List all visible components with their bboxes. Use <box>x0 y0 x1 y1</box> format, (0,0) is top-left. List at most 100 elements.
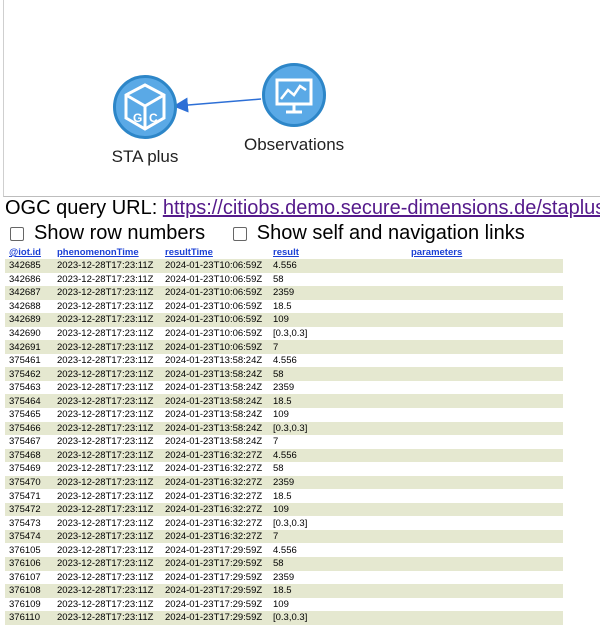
cell-iot-id: 375467 <box>5 435 53 449</box>
table-row: 375461 2023-12-28T17:23:11Z 2024-01-23T13:… <box>5 353 563 368</box>
cell-result: 18.5 <box>269 489 407 503</box>
node-sta-plus[interactable]: G C STA plus <box>100 75 190 167</box>
cell-phenomenon-time: 2023-12-28T17:23:11Z <box>53 353 161 368</box>
cell-parameters <box>407 394 563 409</box>
cell-parameters <box>407 408 563 422</box>
table-row: 342685 2023-12-28T17:23:11Z 2024-01-23T10:… <box>5 259 563 273</box>
cell-result: 4.556 <box>269 353 407 368</box>
cell-parameters <box>407 462 563 476</box>
cell-iot-id: 342691 <box>5 340 53 354</box>
cell-phenomenon-time: 2023-12-28T17:23:11Z <box>53 394 161 409</box>
cell-result: 4.556 <box>269 448 407 463</box>
node-label: Observations <box>244 135 345 154</box>
cell-result-time: 2024-01-23T17:29:59Z <box>161 611 269 625</box>
cell-phenomenon-time: 2023-12-28T17:23:11Z <box>53 557 161 571</box>
cell-result: 58 <box>269 462 407 476</box>
column-header-iot-id[interactable]: @iot.id <box>5 246 53 259</box>
table-row: 375467 2023-12-28T17:23:11Z 2024-01-23T13:… <box>5 435 563 449</box>
cell-result-time: 2024-01-23T17:29:59Z <box>161 597 269 612</box>
table-row: 375466 2023-12-28T17:23:11Z 2024-01-23T13:… <box>5 421 563 436</box>
node-observations[interactable]: Observations <box>244 63 344 155</box>
table-row: 376108 2023-12-28T17:23:11Z 2024-01-23T17:… <box>5 584 563 598</box>
cell-phenomenon-time: 2023-12-28T17:23:11Z <box>53 435 161 449</box>
cell-result-time: 2024-01-23T17:29:59Z <box>161 557 269 571</box>
cell-result: 18.5 <box>269 584 407 598</box>
node-label: STA plus <box>111 147 179 166</box>
cell-iot-id: 375469 <box>5 462 53 476</box>
query-url-link[interactable]: https://citiobs.demo.secure-dimensions.d… <box>163 197 600 219</box>
cell-result-time: 2024-01-23T17:29:59Z <box>161 543 269 558</box>
cell-parameters <box>407 435 563 449</box>
show-row-numbers-checkbox[interactable] <box>10 226 24 241</box>
cell-iot-id: 375471 <box>5 489 53 503</box>
cell-parameters <box>407 313 563 327</box>
show-row-numbers-label: Show row numbers <box>34 222 206 244</box>
cell-iot-id: 375466 <box>5 421 53 436</box>
cell-parameters <box>407 543 563 558</box>
cell-result: 109 <box>269 313 407 327</box>
cell-result: 7 <box>269 529 407 544</box>
cell-result-time: 2024-01-23T16:32:27Z <box>161 516 269 530</box>
cell-result-time: 2024-01-23T10:06:59Z <box>161 286 269 300</box>
cell-result-time: 2024-01-23T13:58:24Z <box>161 435 269 449</box>
cell-iot-id: 376105 <box>5 543 53 558</box>
cell-result-time: 2024-01-23T13:58:24Z <box>161 353 269 368</box>
cell-result: 58 <box>269 367 407 381</box>
graph-panel[interactable]: G C STA plus Observations <box>3 0 600 197</box>
cell-iot-id: 376106 <box>5 557 53 571</box>
cell-result: 109 <box>269 502 407 517</box>
show-row-numbers-option[interactable]: Show row numbers <box>10 222 205 245</box>
cell-phenomenon-time: 2023-12-28T17:23:11Z <box>53 597 161 612</box>
cell-parameters <box>407 272 563 287</box>
cell-parameters <box>407 516 563 530</box>
cell-result: 7 <box>269 340 407 354</box>
cell-phenomenon-time: 2023-12-28T17:23:11Z <box>53 421 161 436</box>
cell-result-time: 2024-01-23T10:06:59Z <box>161 340 269 354</box>
cell-parameters <box>407 597 563 612</box>
column-header-result[interactable]: result <box>269 246 407 259</box>
cell-phenomenon-time: 2023-12-28T17:23:11Z <box>53 259 161 273</box>
table-row: 376105 2023-12-28T17:23:11Z 2024-01-23T17:… <box>5 543 563 558</box>
table-row: 342689 2023-12-28T17:23:11Z 2024-01-23T10:… <box>5 313 563 327</box>
query-url-line: OGC query URL: https://citiobs.demo.secu… <box>5 197 600 220</box>
table-row: 342690 2023-12-28T17:23:11Z 2024-01-23T10:… <box>5 326 563 341</box>
table-row: 376107 2023-12-28T17:23:11Z 2024-01-23T17:… <box>5 570 563 585</box>
table-row: 376110 2023-12-28T17:23:11Z 2024-01-23T17:… <box>5 611 563 625</box>
cell-iot-id: 375461 <box>5 353 53 368</box>
cell-iot-id: 342688 <box>5 299 53 314</box>
cell-phenomenon-time: 2023-12-28T17:23:11Z <box>53 502 161 517</box>
show-links-checkbox[interactable] <box>232 226 247 241</box>
table-row: 376109 2023-12-28T17:23:11Z 2024-01-23T17:… <box>5 597 563 612</box>
show-links-option[interactable]: Show self and navigation links <box>232 222 525 245</box>
cell-phenomenon-time: 2023-12-28T17:23:11Z <box>53 272 161 287</box>
ogc-cube-icon: G C <box>113 75 177 139</box>
cell-parameters <box>407 570 563 585</box>
cell-iot-id: 375468 <box>5 448 53 463</box>
cell-result: 109 <box>269 597 407 612</box>
column-header-phenomenon-time[interactable]: phenomenonTime <box>53 246 161 259</box>
column-header-result-time[interactable]: resultTime <box>161 246 269 259</box>
cell-iot-id: 375470 <box>5 475 53 490</box>
cell-result: [0.3,0.3] <box>269 516 407 530</box>
cell-result-time: 2024-01-23T16:32:27Z <box>161 489 269 503</box>
column-header-parameters[interactable]: parameters <box>407 246 563 259</box>
cell-phenomenon-time: 2023-12-28T17:23:11Z <box>53 299 161 314</box>
table-header-row: @iot.id phenomenonTime resultTime result… <box>5 246 563 259</box>
table-row: 342688 2023-12-28T17:23:11Z 2024-01-23T10:… <box>5 299 563 314</box>
cell-parameters <box>407 299 563 314</box>
cell-phenomenon-time: 2023-12-28T17:23:11Z <box>53 380 161 395</box>
cell-result-time: 2024-01-23T17:29:59Z <box>161 570 269 585</box>
cell-parameters <box>407 340 563 354</box>
cell-phenomenon-time: 2023-12-28T17:23:11Z <box>53 543 161 558</box>
cell-parameters <box>407 286 563 300</box>
cell-result-time: 2024-01-23T10:06:59Z <box>161 272 269 287</box>
cell-parameters <box>407 557 563 571</box>
cell-phenomenon-time: 2023-12-28T17:23:11Z <box>53 462 161 476</box>
table-row: 375462 2023-12-28T17:23:11Z 2024-01-23T13:… <box>5 367 563 381</box>
table-row: 376106 2023-12-28T17:23:11Z 2024-01-23T17:… <box>5 557 563 571</box>
cell-result: 2359 <box>269 286 407 300</box>
cell-iot-id: 376108 <box>5 584 53 598</box>
cell-parameters <box>407 502 563 517</box>
cell-iot-id: 342687 <box>5 286 53 300</box>
cell-parameters <box>407 353 563 368</box>
